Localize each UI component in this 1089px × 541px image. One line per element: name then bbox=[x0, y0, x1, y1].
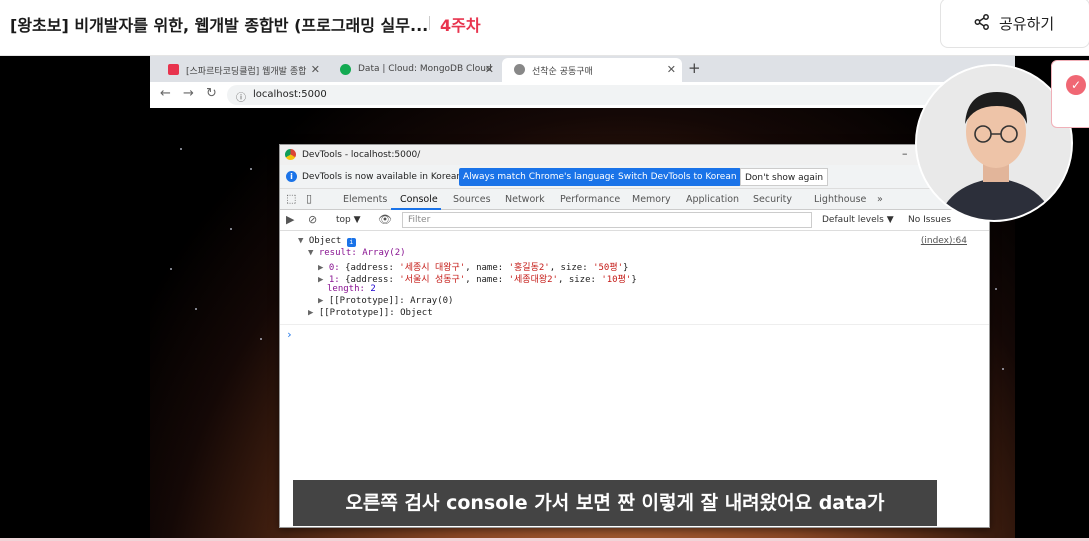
collapse-icon[interactable]: ▼ bbox=[308, 248, 313, 258]
expand-icon[interactable]: ▶ bbox=[318, 275, 323, 285]
share-label: 공유하기 bbox=[999, 15, 1055, 33]
video-subtitle: 오른쪽 검사 console 가서 보면 짠 이렇게 잘 내려왔어요 data가 bbox=[293, 480, 937, 526]
browser-window: [스파르타코딩클럽] 웹개발 종합 ✕ Data | Cloud: MongoD… bbox=[150, 56, 1015, 108]
clear-console-icon[interactable]: ⊘ bbox=[308, 213, 317, 226]
browser-tab-active[interactable]: 선착순 공동구매 ✕ bbox=[502, 58, 682, 82]
share-button[interactable]: 공유하기 bbox=[940, 0, 1089, 48]
tab-favicon bbox=[168, 64, 179, 75]
tab-network[interactable]: Network bbox=[505, 194, 545, 205]
minimize-icon[interactable]: – bbox=[902, 147, 908, 160]
console-toolbar: ▶ ⊘ top ▼ 👁 Filter Default levels ▼ No I… bbox=[280, 210, 989, 231]
course-title: [왕초보] 비개발자를 위한, 웹개발 종합반 (프로그래밍 실무... bbox=[10, 16, 429, 35]
tab-label: [스파르타코딩클럽] 웹개발 종합 bbox=[186, 67, 307, 77]
address-bar-row: ← → ↻ ⓘ localhost:5000 bbox=[150, 82, 1015, 108]
context-select[interactable]: top ▼ bbox=[336, 215, 361, 225]
devtools-title: DevTools - localhost:5000/ bbox=[302, 150, 421, 160]
console-proto-object-row[interactable]: ▶ [[Prototype]]: Object bbox=[308, 308, 433, 318]
more-tabs-icon[interactable]: » bbox=[877, 194, 883, 205]
log-levels-select[interactable]: Default levels ▼ bbox=[822, 215, 894, 225]
new-tab-icon[interactable]: + bbox=[688, 59, 701, 77]
star bbox=[195, 308, 197, 310]
tab-console[interactable]: Console bbox=[400, 194, 438, 205]
infobar-message: DevTools is now available in Korean! bbox=[302, 172, 466, 182]
tab-sources[interactable]: Sources bbox=[453, 194, 491, 205]
expand-icon[interactable]: ▶ bbox=[318, 296, 323, 306]
browser-tab-mongodb[interactable]: Data | Cloud: MongoDB Cloud ✕ bbox=[328, 58, 500, 82]
title-divider bbox=[429, 16, 430, 30]
info-icon[interactable]: ⓘ bbox=[236, 89, 246, 104]
chrome-icon bbox=[285, 149, 296, 160]
inspect-icon[interactable]: ⬚ bbox=[286, 192, 296, 205]
completion-badge[interactable]: ✓ bbox=[1051, 60, 1089, 128]
device-icon[interactable]: ▯ bbox=[306, 192, 312, 205]
dont-show-button[interactable]: Don't show again bbox=[740, 168, 829, 186]
video-player[interactable]: [스파르타코딩클럽] 웹개발 종합 ✕ Data | Cloud: MongoD… bbox=[0, 56, 1089, 541]
devtools-titlebar: DevTools - localhost:5000/ – bbox=[280, 145, 989, 165]
check-icon: ✓ bbox=[1066, 75, 1086, 95]
star bbox=[170, 268, 172, 270]
reload-icon[interactable]: ↻ bbox=[206, 86, 217, 101]
star bbox=[1002, 368, 1004, 370]
url-field[interactable]: ⓘ localhost:5000 bbox=[227, 85, 967, 105]
tab-label: 선착순 공동구매 bbox=[532, 67, 593, 77]
switch-korean-button[interactable]: Switch DevTools to Korean bbox=[614, 168, 741, 186]
language-infobar: i DevTools is now available in Korean! A… bbox=[280, 165, 989, 189]
week-label: 4주차 bbox=[440, 16, 481, 35]
tab-favicon bbox=[340, 64, 351, 75]
tab-performance[interactable]: Performance bbox=[560, 194, 620, 205]
close-icon[interactable]: ✕ bbox=[485, 63, 494, 76]
url-text: localhost:5000 bbox=[253, 89, 327, 100]
star bbox=[995, 288, 997, 290]
console-divider bbox=[280, 324, 989, 325]
console-output: (index):64 ▼ Object i ▼ result: Array(2)… bbox=[280, 232, 989, 522]
eye-icon[interactable]: 👁 bbox=[378, 213, 392, 226]
star bbox=[260, 338, 262, 340]
console-object-row[interactable]: ▼ Object i bbox=[298, 236, 356, 247]
presenter-figure bbox=[917, 66, 1071, 220]
tab-label: Data | Cloud: MongoDB Cloud bbox=[358, 64, 492, 74]
sidebar-toggle-icon[interactable]: ▶ bbox=[286, 213, 294, 226]
browser-tab-sparta[interactable]: [스파르타코딩클럽] 웹개발 종합 ✕ bbox=[156, 58, 326, 82]
info-icon: i bbox=[286, 171, 297, 182]
console-proto-array-row[interactable]: ▶ [[Prototype]]: Array(0) bbox=[318, 296, 453, 306]
presenter-webcam bbox=[915, 64, 1073, 222]
course-header: [왕초보] 비개발자를 위한, 웹개발 종합반 (프로그래밍 실무... 4주차… bbox=[0, 0, 1089, 56]
console-length-row: length: 2 bbox=[327, 284, 376, 294]
tab-memory[interactable]: Memory bbox=[632, 194, 671, 205]
star bbox=[180, 148, 182, 150]
info-badge-icon: i bbox=[346, 238, 356, 247]
console-prompt-icon[interactable]: › bbox=[286, 328, 293, 341]
star bbox=[230, 228, 232, 230]
globe-icon bbox=[514, 64, 525, 75]
tab-application[interactable]: Application bbox=[686, 194, 739, 205]
video-letterbox bbox=[0, 56, 150, 541]
devtools-window: DevTools - localhost:5000/ – i DevTools … bbox=[279, 144, 990, 528]
share-icon bbox=[974, 14, 989, 30]
console-result-row[interactable]: ▼ result: Array(2) bbox=[308, 248, 406, 258]
source-link[interactable]: (index):64 bbox=[921, 236, 967, 246]
back-icon[interactable]: ← bbox=[160, 86, 171, 101]
forward-icon[interactable]: → bbox=[183, 86, 194, 101]
tab-elements[interactable]: Elements bbox=[343, 194, 387, 205]
tab-lighthouse[interactable]: Lighthouse bbox=[814, 194, 866, 205]
close-icon[interactable]: ✕ bbox=[667, 63, 676, 76]
match-language-button[interactable]: Always match Chrome's language bbox=[459, 168, 620, 186]
filter-input[interactable]: Filter bbox=[402, 212, 812, 228]
collapse-icon[interactable]: ▼ bbox=[298, 236, 303, 246]
tab-security[interactable]: Security bbox=[753, 194, 792, 205]
devtools-panel-tabs: ⬚ ▯ Elements Console Sources Network Per… bbox=[280, 189, 989, 210]
star bbox=[250, 168, 252, 170]
expand-icon[interactable]: ▶ bbox=[308, 308, 313, 318]
close-icon[interactable]: ✕ bbox=[311, 63, 320, 76]
issues-button[interactable]: No Issues bbox=[908, 215, 951, 225]
